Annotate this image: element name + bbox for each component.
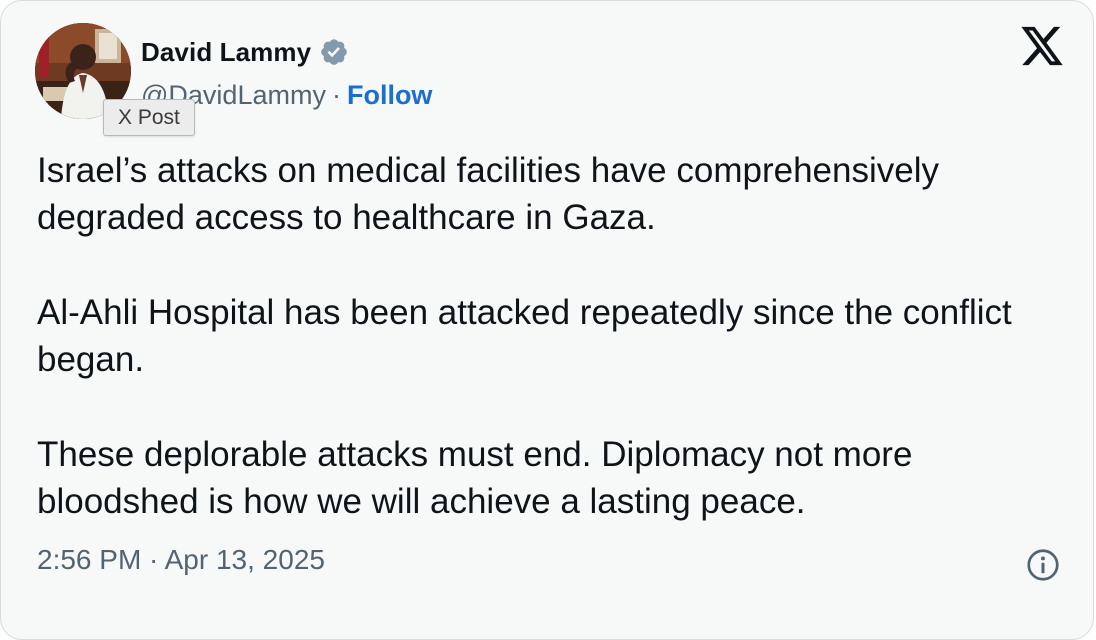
post-timestamp[interactable]: 2:56 PM · Apr 13, 2025 xyxy=(37,544,325,576)
post-text: Israel’s attacks on medical facilities h… xyxy=(37,147,1077,525)
post-paragraph: Israel’s attacks on medical facilities h… xyxy=(37,151,939,237)
post-paragraph: These deplorable attacks must end. Diplo… xyxy=(37,435,913,521)
author-row: David Lammy xyxy=(141,34,349,70)
post-paragraph: Al-Ahli Hospital has been attacked repea… xyxy=(37,293,1012,379)
x-post-tooltip: X Post xyxy=(103,99,195,136)
follow-button[interactable]: Follow xyxy=(347,80,432,111)
info-icon[interactable] xyxy=(1025,547,1061,583)
separator-dot: · xyxy=(331,79,341,110)
author-name[interactable]: David Lammy xyxy=(141,37,311,68)
x-logo-icon[interactable] xyxy=(1019,25,1065,69)
post-card: David Lammy @DavidLammy · Follow X Post … xyxy=(0,0,1094,640)
verified-badge-icon xyxy=(319,37,349,67)
